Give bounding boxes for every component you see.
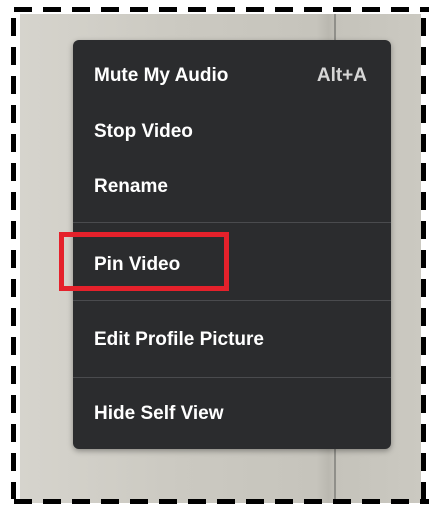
frame-dash-right bbox=[421, 134, 426, 152]
frame-dash-right bbox=[421, 192, 426, 210]
frame-dash-right bbox=[421, 105, 426, 123]
menu-item-rename[interactable]: Rename bbox=[73, 164, 391, 210]
frame-dash-right bbox=[421, 366, 426, 384]
frame-dash-right bbox=[421, 308, 426, 326]
frame-dash-top bbox=[43, 7, 61, 12]
frame-dash-left bbox=[11, 395, 16, 413]
frame-dash-top bbox=[362, 7, 380, 12]
frame-dash-left bbox=[11, 76, 16, 94]
menu-item-hide-self-view[interactable]: Hide Self View bbox=[73, 391, 391, 437]
frame-dash-bottom bbox=[43, 499, 61, 504]
frame-dash-bottom bbox=[420, 499, 429, 504]
menu-item-mute-my-audio[interactable]: Mute My Audio Alt+A bbox=[73, 53, 391, 99]
menu-item-edit-profile-picture[interactable]: Edit Profile Picture bbox=[73, 317, 391, 363]
frame-dash-right bbox=[421, 76, 426, 94]
frame-dash-left bbox=[11, 337, 16, 355]
frame-dash-bottom bbox=[217, 499, 235, 504]
frame-dash-right bbox=[421, 279, 426, 297]
frame-dash-bottom bbox=[130, 499, 148, 504]
frame-dash-top bbox=[217, 7, 235, 12]
frame-dash-right bbox=[421, 221, 426, 239]
frame-dash-right bbox=[421, 18, 426, 36]
frame-dash-right bbox=[421, 250, 426, 268]
menu-item-label: Mute My Audio bbox=[94, 65, 229, 86]
menu-divider bbox=[73, 377, 391, 378]
shortcut-label: Alt+A bbox=[316, 65, 367, 86]
frame-dash-right bbox=[421, 424, 426, 442]
menu-item-label: Hide Self View bbox=[94, 403, 224, 424]
frame-dash-bottom bbox=[101, 499, 119, 504]
frame-dash-top bbox=[333, 7, 351, 12]
highlight-box bbox=[59, 232, 229, 291]
frame-dash-left bbox=[11, 134, 16, 152]
frame-dash-bottom bbox=[188, 499, 206, 504]
frame-dash-top bbox=[14, 7, 32, 12]
frame-dash-top bbox=[188, 7, 206, 12]
menu-item-label: Edit Profile Picture bbox=[94, 329, 264, 350]
frame-dash-top bbox=[159, 7, 177, 12]
frame-dash-top bbox=[304, 7, 322, 12]
frame-dash-left bbox=[11, 308, 16, 326]
frame-dash-left bbox=[11, 424, 16, 442]
frame-dash-left bbox=[11, 221, 16, 239]
frame-dash-left bbox=[11, 105, 16, 123]
frame-dash-right bbox=[421, 453, 426, 471]
frame-dash-top bbox=[275, 7, 293, 12]
frame-dash-bottom bbox=[159, 499, 177, 504]
frame-dash-left bbox=[11, 163, 16, 181]
frame-dash-left bbox=[11, 250, 16, 268]
frame-dash-left bbox=[11, 47, 16, 65]
menu-divider bbox=[73, 222, 391, 223]
frame-dash-bottom bbox=[72, 499, 90, 504]
menu-item-label: Stop Video bbox=[94, 121, 193, 142]
frame-dash-left bbox=[11, 453, 16, 471]
frame-dash-bottom bbox=[14, 499, 32, 504]
frame-dash-top bbox=[101, 7, 119, 12]
frame-dash-top bbox=[391, 7, 409, 12]
frame-dash-left bbox=[11, 18, 16, 36]
frame-dash-bottom bbox=[304, 499, 322, 504]
frame-dash-right bbox=[421, 395, 426, 413]
menu-item-stop-video[interactable]: Stop Video bbox=[73, 109, 391, 155]
frame-dash-left bbox=[11, 366, 16, 384]
frame-dash-right bbox=[421, 163, 426, 181]
frame-dash-top bbox=[72, 7, 90, 12]
frame-dash-bottom bbox=[246, 499, 264, 504]
frame-dash-bottom bbox=[362, 499, 380, 504]
menu-divider bbox=[73, 300, 391, 301]
frame-dash-right bbox=[421, 482, 426, 499]
frame-dash-bottom bbox=[333, 499, 351, 504]
frame-dash-right bbox=[421, 47, 426, 65]
frame-dash-top bbox=[246, 7, 264, 12]
frame-dash-bottom bbox=[391, 499, 409, 504]
frame-dash-left bbox=[11, 192, 16, 210]
frame-dash-bottom bbox=[275, 499, 293, 504]
frame-dash-top bbox=[130, 7, 148, 12]
frame-dash-right bbox=[421, 337, 426, 355]
menu-item-label: Rename bbox=[94, 176, 168, 197]
frame-dash-left bbox=[11, 279, 16, 297]
frame-dash-left bbox=[11, 482, 16, 499]
frame-dash-top bbox=[420, 7, 429, 12]
screenshot-stage: Mute My Audio Alt+A Stop Video Rename Pi… bbox=[0, 0, 437, 511]
